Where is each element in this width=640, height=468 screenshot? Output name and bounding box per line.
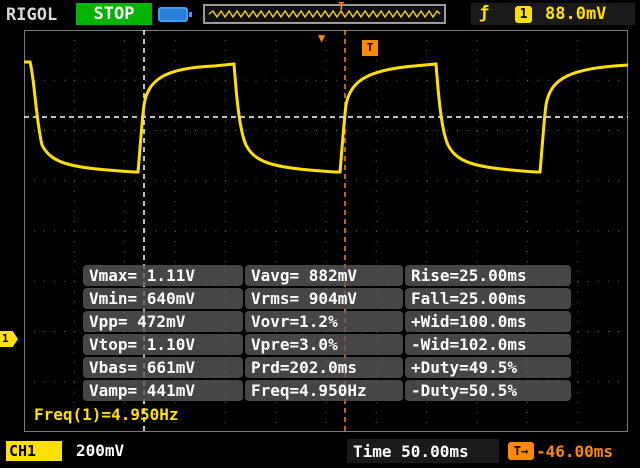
measurement-fall: Fall=25.00ms <box>405 288 571 309</box>
measurement-rise: Rise=25.00ms <box>405 265 571 286</box>
brand-logo: RIGOL <box>6 5 58 25</box>
measurement-vrms: Vrms= 904mV <box>245 288 403 309</box>
trigger-level: 88.0mV <box>545 4 607 24</box>
measurement-vbase: Vbas= 661mV <box>83 357 243 378</box>
trigger-source-badge: 1 <box>515 6 532 23</box>
measurement-vavg: Vavg= 882mV <box>245 265 403 286</box>
measurement-vpre: Vpre=3.0% <box>245 334 403 355</box>
battery-icon <box>158 7 192 22</box>
channel1-badge[interactable]: CH1 <box>6 441 62 461</box>
measurement-pos-width: +Wid=100.0ms <box>405 311 571 332</box>
measurement-row: Vamp= 441mV Freq=4.950Hz -Duty=50.5% <box>83 380 571 402</box>
rising-edge-icon: ƒ <box>479 3 490 23</box>
measurement-row: Vtop= 1.10V Vpre=3.0% -Wid=102.0ms <box>83 334 571 356</box>
run-stop-button[interactable]: STOP <box>76 3 152 25</box>
trigger-position-arrow-icon[interactable]: ▼ <box>318 31 325 45</box>
trigger-offset-icon: T→ <box>508 442 534 460</box>
bottom-status-bar: CH1 200mV Time 50.00ms T→ -46.00ms <box>0 436 640 468</box>
memory-depth-strip <box>203 4 446 24</box>
trigger-point-marker: T <box>362 40 378 56</box>
trigger-offset[interactable]: -46.00ms <box>536 442 613 461</box>
measurement-neg-duty: -Duty=50.5% <box>405 380 571 401</box>
top-status-bar: RIGOL STOP T ƒ 1 88.0mV <box>0 0 640 30</box>
measurement-period: Prd=202.0ms <box>245 357 403 378</box>
measurement-vovr: Vovr=1.2% <box>245 311 403 332</box>
measurement-vtop: Vtop= 1.10V <box>83 334 243 355</box>
measurement-vmax: Vmax= 1.11V <box>83 265 243 286</box>
measurement-pos-duty: +Duty=49.5% <box>405 357 571 378</box>
measurement-vamp: Vamp= 441mV <box>83 380 243 401</box>
channel1-vertical-scale[interactable]: 200mV <box>76 441 124 460</box>
measurement-vpp: Vpp= 472mV <box>83 311 243 332</box>
measurement-row: Vpp= 472mV Vovr=1.2% +Wid=100.0ms <box>83 311 571 333</box>
measurement-vmin: Vmin= 640mV <box>83 288 243 309</box>
trigger-position-indicator: T <box>338 0 345 13</box>
frequency-counter: Freq(1)=4.950Hz <box>34 405 179 424</box>
measurement-row: Vmin= 640mV Vrms= 904mV Fall=25.00ms <box>83 288 571 310</box>
timebase-label: Time 50.00ms <box>353 442 469 461</box>
ch1-offset-marker[interactable]: 1 <box>0 331 18 347</box>
measurement-neg-width: -Wid=102.0ms <box>405 334 571 355</box>
measurement-row: Vmax= 1.11V Vavg= 882mV Rise=25.00ms <box>83 265 571 287</box>
measurement-row: Vbas= 661mV Prd=202.0ms +Duty=49.5% <box>83 357 571 379</box>
measurement-panel: Vmax= 1.11V Vavg= 882mV Rise=25.00ms Vmi… <box>83 265 571 403</box>
measurement-frequency: Freq=4.950Hz <box>245 380 403 401</box>
